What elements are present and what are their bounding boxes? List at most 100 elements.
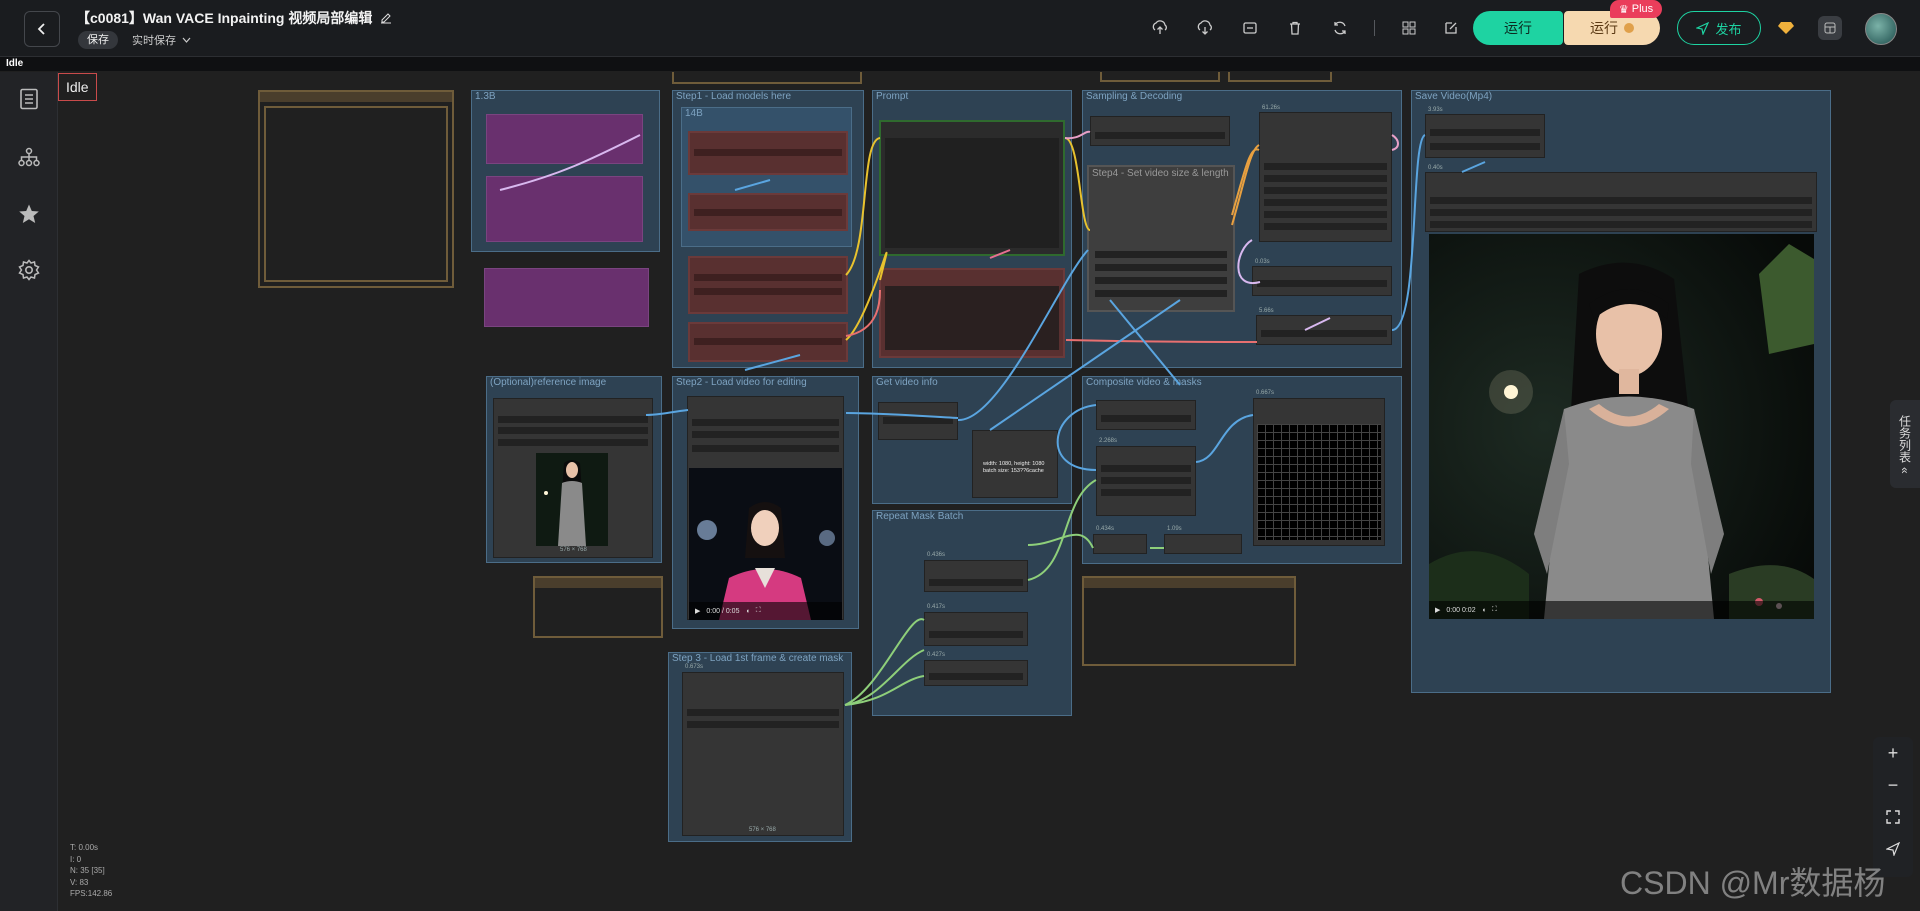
edit-icon[interactable] (1441, 18, 1461, 38)
note-node[interactable] (672, 72, 862, 84)
repeat-mask-node[interactable]: 0.436s (924, 552, 1028, 592)
status-bar: Idle (0, 57, 1920, 71)
refresh-icon[interactable] (1330, 18, 1350, 38)
mask-preview-grid (1257, 424, 1381, 540)
stat-i: I: 0 (70, 854, 82, 864)
video-info-text: width: 1080, height: 1080 batch size: 15… (983, 461, 1045, 474)
stat-fps: FPS:142.86 (70, 889, 113, 898)
output-video-preview[interactable]: ▶ 0:00 0:02 ◖ ⛶ (1429, 234, 1814, 619)
note-node[interactable] (1228, 72, 1332, 82)
volume-icon[interactable]: ◖ (1482, 607, 1486, 614)
zoom-controls: + − (1873, 737, 1913, 877)
grid-icon[interactable] (1399, 18, 1419, 38)
node-timing: 5.66s (1259, 308, 1274, 314)
note-node[interactable] (1100, 72, 1220, 82)
video-controls[interactable]: ▶ 0:00 0:02 ◖ ⛶ (1429, 601, 1814, 619)
node-timing: 0.427s (927, 652, 946, 658)
output-video-frame (1429, 234, 1814, 619)
download-icon[interactable] (1195, 18, 1215, 38)
model-loader-node[interactable] (486, 114, 643, 164)
back-button[interactable] (24, 11, 60, 47)
preview-any-node[interactable]: width: 1080, height: 1080 batch size: 15… (972, 430, 1058, 498)
coin-icon (1624, 23, 1634, 33)
toolbar-separator (1374, 20, 1375, 36)
star-icon[interactable] (16, 201, 42, 227)
node-timing: 0.03s (1255, 259, 1270, 265)
model-loader-node[interactable] (486, 176, 643, 242)
loader-node[interactable] (688, 322, 848, 362)
loader-node[interactable] (688, 131, 848, 175)
box-icon[interactable] (1818, 16, 1842, 40)
negative-prompt-node[interactable] (879, 268, 1065, 358)
canvas-status-label: Idle (58, 73, 97, 101)
run-plus-label: 运行 (1590, 20, 1618, 36)
save-button[interactable]: 保存 (78, 31, 118, 49)
repeat-mask-node[interactable]: 0.427s (924, 652, 1028, 686)
save-video-node[interactable]: 3.93s (1425, 107, 1545, 158)
group-title: Step 3 - Load 1st frame & create mask (672, 653, 844, 664)
video-time: 0:00 / 0:05 (706, 607, 740, 615)
video-controls[interactable]: ▶ 0:00 / 0:05 ◖ ⛶ (689, 602, 842, 620)
mask-editor-node[interactable]: 0.673s 576 × 768 (682, 664, 844, 836)
repeat-mask-node[interactable]: 0.417s (924, 604, 1028, 646)
avatar[interactable] (1865, 13, 1897, 45)
input-video-preview[interactable]: ▶ 0:00 / 0:05 ◖ ⛶ (689, 468, 842, 620)
note-node[interactable] (258, 90, 454, 288)
run-button[interactable]: 运行 (1473, 11, 1563, 45)
volume-icon[interactable]: ◖ (745, 608, 749, 615)
node-timing: 61.26s (1262, 105, 1281, 111)
workflow-title-text: 【c0081】Wan VACE Inpainting 视频局部编辑 (76, 10, 373, 26)
fullscreen-icon[interactable]: ⛶ (1492, 606, 1497, 614)
group-step4[interactable]: Step4 - Set video size & length (1087, 165, 1235, 312)
document-icon[interactable] (16, 86, 42, 112)
vae-decode-node[interactable]: 5.66s (1256, 308, 1392, 345)
group-title: 14B (685, 108, 703, 119)
group-title: (Optional)reference image (490, 377, 607, 388)
workflow-title: 【c0081】Wan VACE Inpainting 视频局部编辑 (76, 8, 392, 28)
edit-title-icon[interactable] (380, 12, 392, 24)
vace-sampler-node[interactable]: 61.26s (1259, 105, 1392, 242)
loader-node[interactable] (688, 193, 848, 231)
model-loader-node[interactable] (484, 268, 649, 327)
diamond-icon[interactable] (1776, 18, 1796, 38)
sampler-node[interactable] (1090, 116, 1230, 146)
top-bar: 【c0081】Wan VACE Inpainting 视频局部编辑 保存 实时保… (0, 0, 1920, 57)
image-composite-node[interactable] (1096, 400, 1196, 430)
fit-icon[interactable] (1881, 805, 1905, 829)
performance-stats: T: 0.00s I: 0 N: 35 [35] V: 83 FPS:142.8… (70, 842, 112, 900)
video-combine-node[interactable]: 0.40s (1425, 165, 1817, 232)
publish-button[interactable]: 发布 (1677, 11, 1761, 45)
group-title: Repeat Mask Batch (876, 511, 964, 522)
upload-icon[interactable] (1150, 18, 1170, 38)
sitemap-icon[interactable] (16, 144, 42, 170)
play-icon[interactable]: ▶ (1435, 606, 1440, 614)
mini-node[interactable]: 0.434s (1093, 526, 1147, 554)
stat-time: T: 0.00s (70, 843, 99, 852)
note-node[interactable] (533, 576, 663, 638)
trim-node[interactable]: 0.03s (1252, 259, 1392, 296)
mask-node[interactable]: 2.268s (1096, 438, 1196, 516)
send-icon (1696, 21, 1710, 35)
reference-image-preview (536, 453, 608, 546)
reference-image-thumbnail (536, 453, 608, 546)
positive-prompt-node[interactable] (879, 120, 1065, 256)
mini-node[interactable]: 1.09s (1164, 526, 1242, 554)
export-icon[interactable] (1240, 18, 1260, 38)
video-info-node[interactable] (878, 402, 958, 440)
node-timing: 0.417s (927, 604, 946, 610)
task-list-tab[interactable]: 任务列表 « (1890, 400, 1920, 488)
node-timing: 0.436s (927, 552, 946, 558)
node-timing: 0.673s (685, 664, 704, 670)
minus-icon[interactable]: − (1881, 773, 1905, 797)
gear-icon[interactable] (16, 257, 42, 283)
trash-icon[interactable] (1285, 18, 1305, 38)
video-time: 0:00 0:02 (1446, 606, 1476, 614)
fullscreen-icon[interactable]: ⛶ (756, 607, 761, 615)
loader-node[interactable] (688, 256, 848, 314)
autosave-dropdown[interactable]: 实时保存 (132, 32, 191, 48)
group-title: Get video info (876, 377, 938, 388)
note-node[interactable] (1082, 576, 1296, 666)
plus-icon[interactable]: + (1881, 741, 1905, 765)
play-icon[interactable]: ▶ (695, 607, 700, 615)
stat-v: V: 83 (70, 877, 89, 887)
